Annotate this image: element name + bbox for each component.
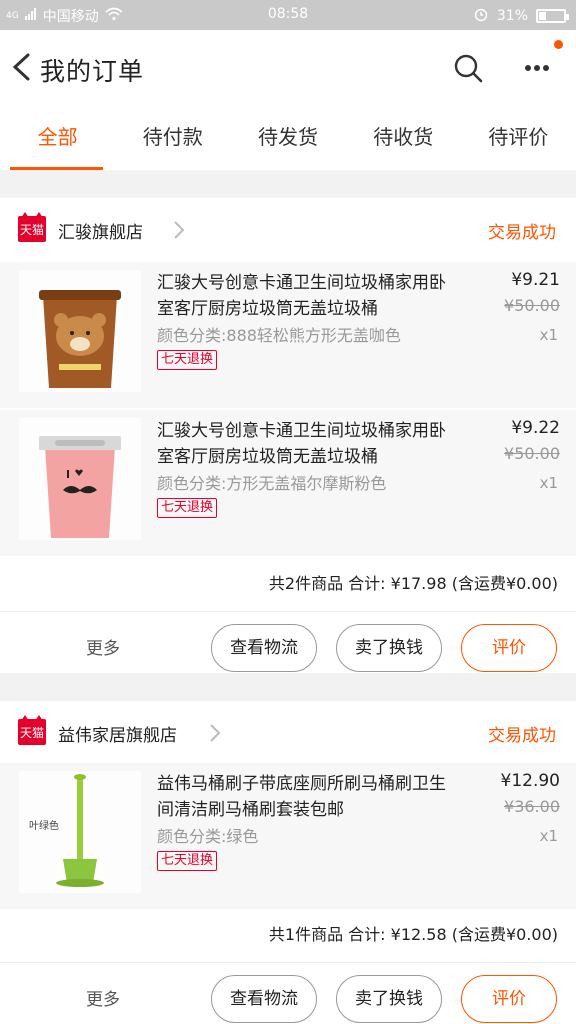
battery-level [539, 12, 546, 20]
store-header[interactable]: 天猫 益伟家居旗舰店 交易成功 [0, 701, 576, 763]
product-name: 汇骏大号创意卡通卫生间垃圾桶家用卧室客厅厨房垃圾筒无盖垃圾桶 [157, 273, 446, 319]
battery-icon [536, 9, 569, 23]
original-price: ¥50.00 [504, 296, 560, 315]
more-link[interactable]: 更多 [86, 634, 120, 659]
tab-pending-shipment[interactable]: 待发货 [230, 106, 345, 170]
more-icon[interactable] [524, 64, 550, 72]
chevron-right-icon [174, 221, 185, 239]
chevron-right-icon [210, 724, 221, 742]
store-header[interactable]: 天猫 汇骏旗舰店 交易成功 [0, 198, 576, 260]
back-icon[interactable] [10, 52, 34, 82]
resell-button[interactable]: 卖了换钱 [336, 624, 442, 672]
status-bar: 4G 中国移动 08:58 31% [0, 0, 576, 30]
tab-pending-receipt[interactable]: 待收货 [346, 106, 461, 170]
product-sku: 颜色分类:绿色 [157, 827, 259, 846]
product-name: 益伟马桶刷子带底座厕所刷马桶刷卫生间清洁刷马桶刷套装包邮 [157, 774, 446, 820]
product-sku: 颜色分类:888轻松熊方形无盖咖色 [157, 326, 401, 345]
store-name: 汇骏旗舰店 [58, 223, 143, 243]
order-status: 交易成功 [488, 223, 556, 243]
order-tabs: 全部 待付款 待发货 待收货 待评价 [0, 106, 576, 170]
order-card: 天猫 汇骏旗舰店 交易成功 汇骏大号创意卡通卫生间垃圾桶家用卧室客厅厨房垃圾筒无… [0, 198, 576, 673]
review-button[interactable]: 评价 [461, 624, 557, 672]
original-price: ¥50.00 [504, 444, 560, 463]
alarm-icon [473, 6, 489, 26]
quantity: x1 [539, 326, 558, 344]
order-actions: 更多 查看物流 卖了换钱 评价 [0, 612, 576, 686]
tab-pending-payment[interactable]: 待付款 [115, 106, 230, 170]
app-header: 我的订单 [0, 30, 576, 106]
resell-button[interactable]: 卖了换钱 [336, 975, 442, 1023]
order-actions: 更多 查看物流 卖了换钱 评价 [0, 963, 576, 1024]
order-item[interactable]: 汇骏大号创意卡通卫生间垃圾桶家用卧室客厅厨房垃圾筒无盖垃圾桶 颜色分类:方形无盖… [0, 410, 576, 556]
review-button[interactable]: 评价 [461, 975, 557, 1023]
product-price: ¥9.22 [511, 418, 560, 438]
order-item[interactable]: 汇骏大号创意卡通卫生间垃圾桶家用卧室客厅厨房垃圾筒无盖垃圾桶 颜色分类:888轻… [0, 262, 576, 408]
image-caption: 叶绿色 [29, 821, 59, 832]
more-link[interactable]: 更多 [86, 985, 120, 1010]
notification-dot [554, 40, 563, 49]
order-summary: 共1件商品 合计: ¥12.58 (含运费¥0.00) [0, 907, 576, 963]
view-logistics-button[interactable]: 查看物流 [211, 624, 317, 672]
product-image: 叶绿色 [19, 771, 141, 893]
tmall-icon: 天猫 [18, 715, 46, 745]
product-image [19, 270, 141, 392]
original-price: ¥36.00 [504, 797, 560, 816]
quantity: x1 [539, 474, 558, 492]
order-status: 交易成功 [488, 726, 556, 746]
order-summary: 共2件商品 合计: ¥17.98 (含运费¥0.00) [0, 556, 576, 612]
battery-percent: 31% [496, 8, 528, 24]
view-logistics-button[interactable]: 查看物流 [211, 975, 317, 1023]
tmall-icon: 天猫 [18, 212, 46, 242]
tab-pending-review[interactable]: 待评价 [461, 106, 576, 170]
order-card: 天猫 益伟家居旗舰店 交易成功 叶绿色 益伟马桶刷子带底座厕所刷马桶刷卫生间清洁… [0, 701, 576, 1024]
product-name: 汇骏大号创意卡通卫生间垃圾桶家用卧室客厅厨房垃圾筒无盖垃圾桶 [157, 421, 446, 467]
quantity: x1 [539, 827, 558, 845]
return-badge: 七天退换 [157, 851, 218, 871]
page-title: 我的订单 [40, 57, 145, 86]
tab-all[interactable]: 全部 [0, 106, 115, 170]
order-item[interactable]: 叶绿色 益伟马桶刷子带底座厕所刷马桶刷卫生间清洁刷马桶刷套装包邮 颜色分类:绿色… [0, 763, 576, 909]
return-badge: 七天退换 [157, 350, 218, 370]
product-sku: 颜色分类:方形无盖福尔摩斯粉色 [157, 474, 387, 493]
product-image [19, 418, 141, 540]
search-icon[interactable] [452, 52, 484, 84]
product-price: ¥12.90 [500, 771, 560, 791]
product-price: ¥9.21 [511, 270, 560, 290]
store-name: 益伟家居旗舰店 [58, 726, 177, 746]
return-badge: 七天退换 [157, 498, 218, 518]
